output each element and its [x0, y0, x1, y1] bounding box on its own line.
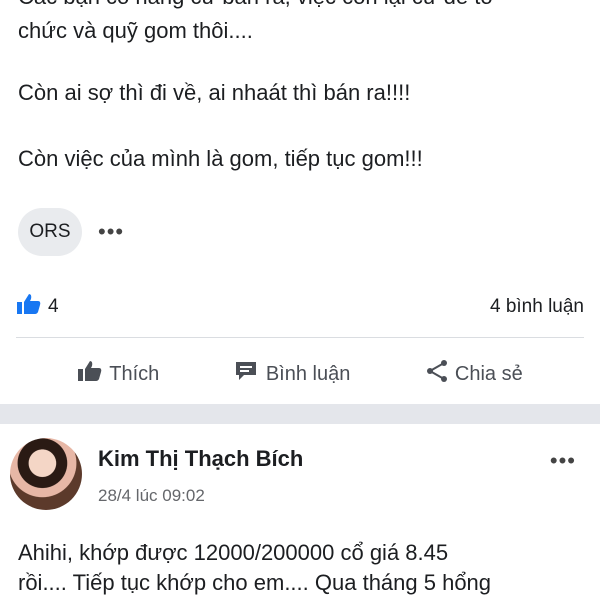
comment-count[interactable]: 4 bình luận — [490, 296, 584, 318]
divider — [16, 337, 584, 338]
like-count-value: 4 — [48, 296, 59, 317]
post-line: chức và quỹ gom thôi.... — [18, 18, 253, 43]
comment-line: Ahihi, khớp được 12000/200000 cổ giá 8.4… — [18, 540, 449, 565]
post-line: Còn ai sợ thì đi về, ai nhaát thì bán ra… — [18, 80, 411, 105]
comment-line: rồi.... Tiếp tục khớp cho em.... Qua thá… — [18, 570, 492, 595]
reaction-stats: 4 4 bình luận — [16, 292, 584, 322]
post-line: Các bạn có hàng cứ bán ra, việc còn lại … — [18, 0, 495, 12]
action-bar: Thích Bình luận Chia sẻ — [0, 352, 600, 396]
tag-chip[interactable]: ORS — [18, 208, 82, 256]
comment-author[interactable]: Kim Thị Thạch Bích — [98, 446, 303, 472]
like-button[interactable]: Thích — [77, 360, 159, 388]
comment-timestamp[interactable]: 28/4 lúc 09:02 — [98, 486, 205, 506]
comment-button[interactable]: Bình luận — [234, 360, 351, 388]
share-button-label: Chia sẻ — [454, 362, 523, 385]
thumbs-up-icon — [77, 360, 103, 388]
like-count[interactable]: 4 — [16, 293, 59, 321]
share-icon — [425, 359, 449, 389]
like-reaction-icon — [16, 293, 42, 321]
post-line: Còn việc của mình là gom, tiếp tục gom!!… — [18, 146, 423, 171]
like-button-label: Thích — [109, 362, 160, 385]
share-button[interactable]: Chia sẻ — [425, 359, 523, 389]
avatar[interactable] — [10, 438, 82, 510]
comment-header: Kim Thị Thạch Bích 28/4 lúc 09:02 ••• — [10, 438, 590, 510]
tag-row: ORS ••• — [18, 208, 124, 256]
more-options-icon[interactable]: ••• — [550, 448, 576, 474]
comment-button-label: Bình luận — [265, 362, 351, 385]
section-separator — [0, 404, 600, 424]
comment-bubble-icon — [234, 360, 260, 388]
more-options-icon[interactable]: ••• — [98, 221, 124, 243]
